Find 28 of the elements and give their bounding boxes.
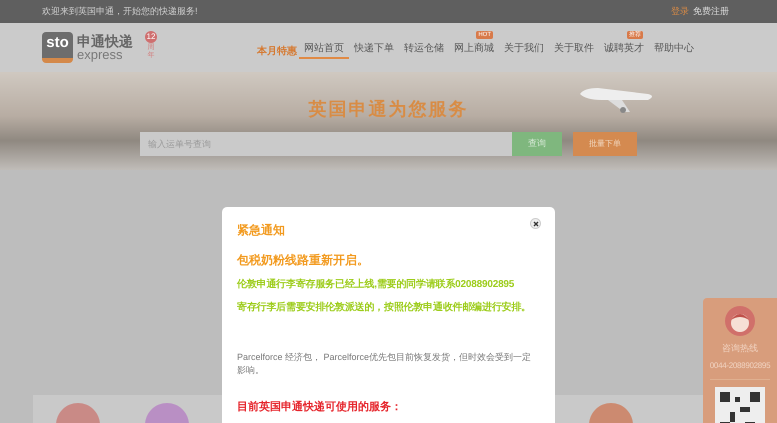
support-avatar-icon [725, 306, 755, 336]
banner-title: 英国申通为您服务 [308, 98, 468, 121]
nav-item[interactable]: 网上商城 [449, 40, 499, 59]
notice-text: 包税奶粉线路重新开启。 [237, 252, 370, 269]
notice-text: 目前英国申通快递可使用的服务： [237, 400, 403, 415]
logo-name: 申通快递 [77, 34, 133, 48]
hotline-label: 咨询热线 [722, 342, 758, 355]
notice-text: Parcelforce 经济包， Parcelforce优先包目前恢复发货，但时效会受到一定影响。 [237, 351, 532, 377]
qr-code-icon [715, 386, 765, 423]
close-button[interactable] [530, 218, 541, 229]
notice-text: 伦敦申通行李寄存服务已经上线,需要的同学请联系02088902895 [237, 277, 516, 292]
hotline-phone: 0044-2088902895 [710, 360, 770, 372]
logo-subtitle: express [77, 48, 123, 61]
nav-item[interactable]: 网站首页 [299, 40, 349, 59]
close-icon [532, 220, 538, 226]
nav-item[interactable]: 转运仓储 [399, 40, 449, 59]
register-link[interactable]: 免费注册 [693, 4, 729, 18]
nav-item[interactable]: 帮助中心 [649, 40, 699, 59]
logo-mark: sto [42, 32, 73, 63]
nav-item[interactable]: 快递下单 [349, 40, 399, 59]
nav-item[interactable]: 诚聘英才 [599, 40, 649, 59]
notice-text: 寄存行李后需要安排伦敦派送的，按照伦敦申通收件邮编进行安排。 [237, 300, 532, 315]
anniversary-badge: 12 [145, 31, 157, 44]
nav-item[interactable]: 关于我们 [499, 40, 549, 59]
login-link[interactable]: 登录 [671, 4, 689, 18]
welcome-text: 欢迎来到英国申通，开始您的快递服务! [42, 4, 198, 18]
dialog-title: 紧急通知 [237, 222, 285, 239]
nav-item[interactable]: 关于取件 [549, 40, 599, 59]
